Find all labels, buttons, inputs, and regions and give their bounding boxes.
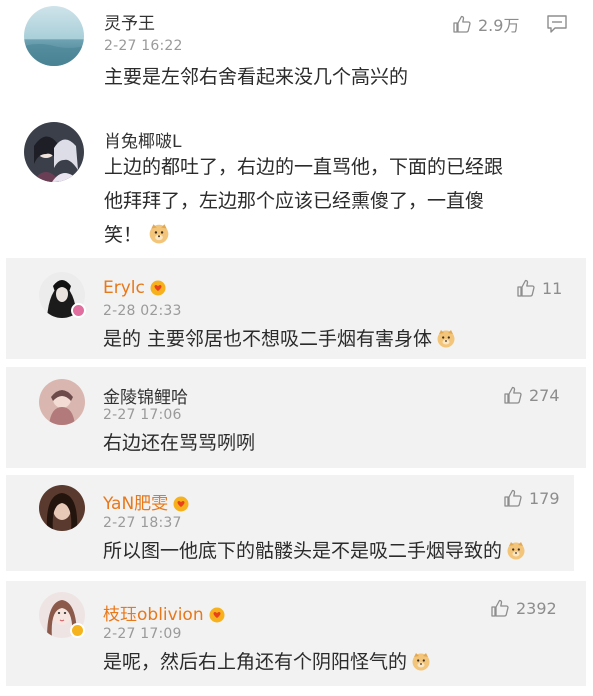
username-text: YaN肥雯 — [103, 494, 169, 514]
reply-item: Erylc 2-28 02:33 11 是的 主要邻居也不想吸二手烟有害身体 — [6, 258, 586, 359]
comment-item: 灵予王 2-27 16:22 2.9万 主要是左邻右舍看起来没几个高兴的 — [0, 0, 593, 110]
reply-text: 右边还在骂骂咧咧 — [103, 432, 256, 454]
avatar[interactable] — [24, 122, 84, 182]
reply-text-content: 所以图一他底下的骷髅头是不是吸二手烟导致的 — [103, 540, 503, 562]
thumbs-up-icon — [504, 386, 522, 404]
comment-text-line: 上边的都吐了，右边的一直骂他，下面的已经跟 — [104, 156, 504, 178]
like-count: 274 — [529, 385, 560, 405]
like-count: 2.9万 — [478, 16, 520, 35]
reply-text: 是呢，然后右上角还有个阴阳怪气的 — [103, 645, 431, 679]
timestamp: 2-27 17:09 — [103, 626, 182, 642]
doge-emoji-icon — [412, 653, 430, 671]
like-count: 11 — [542, 278, 563, 298]
comment-text-end: 笑！ — [104, 224, 143, 246]
vip-heart-badge-icon — [173, 496, 189, 512]
avatar[interactable] — [24, 6, 84, 66]
comment-reply-icon[interactable] — [546, 14, 568, 34]
comment-text: 主要是左邻右舍看起来没几个高兴的 — [104, 66, 409, 88]
username[interactable]: 金陵锦鲤哈 — [103, 383, 188, 408]
username[interactable]: 灵予王 — [104, 9, 155, 34]
username[interactable]: YaN肥雯 — [103, 489, 191, 514]
reply-text: 是的 主要邻居也不想吸二手烟有害身体 — [103, 322, 456, 356]
doge-emoji-icon — [507, 542, 525, 560]
thumbs-up-icon — [491, 599, 509, 617]
thumbs-up-icon — [517, 279, 535, 297]
timestamp: 2-27 17:06 — [103, 407, 182, 423]
timestamp: 2-27 16:22 — [104, 38, 183, 54]
like-count: 2392 — [516, 598, 557, 618]
username-text: 枝珏oblivion — [103, 605, 204, 625]
speech-bubble-icon — [547, 15, 567, 33]
comment-text-line: 他拜拜了，左边那个应该已经熏傻了，一直傻 — [104, 190, 485, 212]
avatar[interactable] — [39, 485, 85, 531]
reply-item: YaN肥雯 2-27 18:37 179 所以图一他底下的骷髅头是不是吸二手烟导… — [6, 475, 574, 571]
doge-emoji-icon — [437, 330, 455, 348]
comment-text-line: 笑！ — [104, 218, 170, 252]
reply-text: 所以图一他底下的骷髅头是不是吸二手烟导致的 — [103, 534, 526, 568]
thumbs-up-icon — [504, 489, 522, 507]
username[interactable]: Erylc — [103, 278, 168, 298]
avatar[interactable] — [39, 379, 85, 425]
username[interactable]: 肖兔椰啵L — [104, 127, 181, 152]
timestamp: 2-28 02:33 — [103, 303, 182, 319]
like-count: 179 — [529, 488, 560, 508]
reply-item: 金陵锦鲤哈 2-27 17:06 274 右边还在骂骂咧咧 — [6, 367, 586, 468]
anime-couple-avatar-icon — [24, 122, 84, 182]
vip-heart-badge-icon — [209, 607, 225, 623]
reply-item: 枝珏oblivion 2-27 17:09 2392 是呢，然后右上角还有个阴阳… — [6, 581, 586, 686]
comment-item: 肖兔椰啵L 上边的都吐了，右边的一直骂他，下面的已经跟 他拜拜了，左边那个应该已… — [0, 110, 593, 260]
like-button[interactable]: 11 — [516, 278, 562, 298]
username-text: Erylc — [103, 278, 145, 298]
timestamp: 2-27 18:37 — [103, 515, 182, 531]
dark-hair-avatar-icon — [39, 485, 85, 531]
like-button[interactable]: 2.9万 — [452, 12, 519, 36]
verified-badge-icon — [70, 623, 85, 638]
doge-emoji-icon — [149, 224, 169, 244]
reply-text-content: 是的 主要邻居也不想吸二手烟有害身体 — [103, 328, 433, 350]
reply-text-content: 是呢，然后右上角还有个阴阳怪气的 — [103, 651, 408, 673]
verified-badge-icon — [71, 303, 86, 318]
username[interactable]: 枝珏oblivion — [103, 600, 227, 625]
thumbs-up-icon — [453, 15, 471, 33]
vip-heart-badge-icon — [150, 280, 166, 296]
like-button[interactable]: 179 — [503, 488, 560, 508]
like-button[interactable]: 2392 — [490, 598, 557, 618]
like-button[interactable]: 274 — [503, 385, 560, 405]
sea-avatar-icon — [24, 6, 84, 66]
pink-portrait-avatar-icon — [39, 379, 85, 425]
